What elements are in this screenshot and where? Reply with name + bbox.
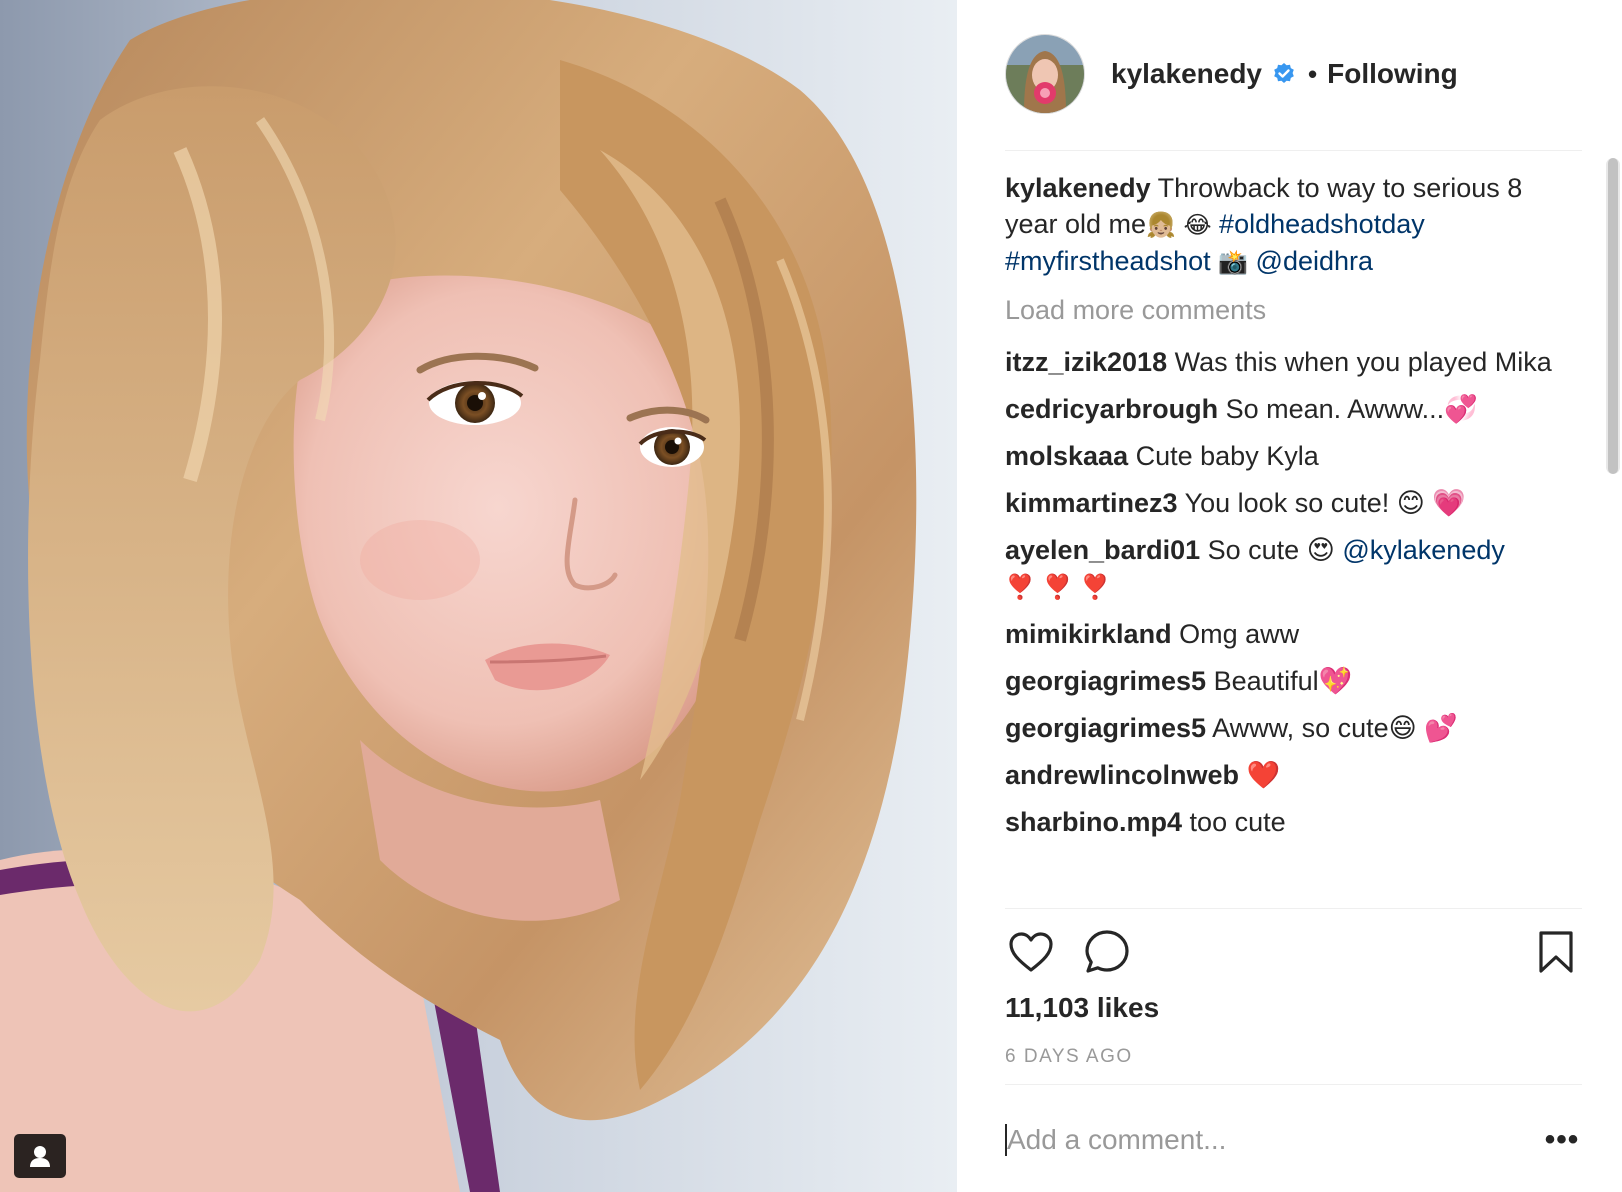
- bookmark-icon: [1539, 931, 1573, 973]
- following-button[interactable]: Following: [1327, 58, 1458, 90]
- heart-icon: [1009, 932, 1053, 972]
- post-photo[interactable]: [0, 0, 957, 1192]
- caption-emoji-girl: 👧🏼: [1146, 211, 1176, 239]
- comment-item: andrewlincolnweb ❤️: [1005, 757, 1562, 793]
- comments-divider: [1005, 908, 1582, 909]
- verified-badge-icon: [1272, 62, 1296, 86]
- post-header: kylakenedy • Following: [1005, 34, 1582, 114]
- mention-link[interactable]: @kylakenedy: [1342, 535, 1505, 565]
- comment-text: So mean. Awww...💞: [1225, 394, 1478, 424]
- footer-divider: [1005, 1084, 1582, 1085]
- comment-user[interactable]: georgiagrimes5: [1005, 666, 1206, 696]
- portrait-image: [0, 0, 957, 1192]
- action-bar: [1005, 926, 1582, 978]
- comment-button[interactable]: [1081, 926, 1133, 978]
- comment-item: kimmartinez3 You look so cute! 😊 💗: [1005, 485, 1562, 521]
- comment-user[interactable]: cedricyarbrough: [1005, 394, 1218, 424]
- comments-list: kylakenedy Throwback to way to serious 8…: [1005, 170, 1562, 900]
- comment-item: sharbino.mp4 too cute: [1005, 804, 1562, 840]
- load-more-comments-link[interactable]: Load more comments: [1005, 292, 1562, 328]
- comment-bubble-icon: [1085, 930, 1129, 973]
- avatar[interactable]: [1005, 34, 1085, 114]
- comment-item: georgiagrimes5 Awww, so cute😄 💕: [1005, 710, 1562, 746]
- comment-user[interactable]: mimikirkland: [1005, 619, 1172, 649]
- comment-item: molskaaa Cute baby Kyla: [1005, 438, 1562, 474]
- like-button[interactable]: [1005, 926, 1057, 978]
- separator-dot: •: [1308, 58, 1318, 89]
- comment-item: itzz_izik2018 Was this when you played M…: [1005, 344, 1562, 380]
- comment-text: Omg aww: [1179, 619, 1300, 649]
- caption: kylakenedy Throwback to way to serious 8…: [1005, 170, 1562, 280]
- caption-emoji-laugh: 😂: [1183, 211, 1212, 239]
- comment-text: Cute baby Kyla: [1135, 441, 1319, 471]
- comment-user[interactable]: andrewlincolnweb: [1005, 760, 1239, 790]
- comment-emoji-hearts: ❣️ ❣️ ❣️: [1005, 573, 1110, 601]
- comment-text: ❤️: [1246, 760, 1281, 790]
- save-button[interactable]: [1530, 926, 1582, 978]
- post-author[interactable]: kylakenedy: [1111, 58, 1262, 90]
- comments-scrollbar-thumb[interactable]: [1608, 158, 1618, 474]
- comment-item: mimikirkland Omg aww: [1005, 616, 1562, 652]
- post-timestamp[interactable]: 6 DAYS AGO: [1005, 1046, 1133, 1068]
- header-divider: [1005, 150, 1582, 151]
- comment-user[interactable]: ayelen_bardi01: [1005, 535, 1200, 565]
- comment-text: Was this when you played Mika: [1174, 347, 1552, 377]
- add-comment-input[interactable]: [1005, 1124, 1542, 1156]
- hashtag-link[interactable]: #myfirstheadshot: [1005, 246, 1211, 276]
- post-side-panel: kylakenedy • Following kylakenedy Throwb…: [957, 0, 1622, 1192]
- comment-text: Beautiful💖: [1213, 666, 1353, 696]
- mention-link[interactable]: @deidhra: [1256, 246, 1373, 276]
- more-options-button[interactable]: •••: [1542, 1120, 1582, 1160]
- caption-user[interactable]: kylakenedy: [1005, 173, 1151, 203]
- comment-user[interactable]: georgiagrimes5: [1005, 713, 1206, 743]
- user-tag-icon[interactable]: [14, 1134, 66, 1178]
- hashtag-link[interactable]: #oldheadshotday: [1219, 209, 1425, 239]
- comment-text: So cute 😍: [1207, 535, 1343, 565]
- comment-text: Awww, so cute😄 💕: [1212, 713, 1458, 743]
- comment-user[interactable]: kimmartinez3: [1005, 488, 1178, 518]
- comment-user[interactable]: itzz_izik2018: [1005, 347, 1167, 377]
- comment-user[interactable]: sharbino.mp4: [1005, 807, 1182, 837]
- likes-count[interactable]: 11,103 likes: [1005, 992, 1159, 1024]
- add-comment-row: •••: [1005, 1110, 1582, 1170]
- comment-text: You look so cute! 😊 💗: [1184, 488, 1467, 518]
- post-modal: kylakenedy • Following kylakenedy Throwb…: [0, 0, 1622, 1192]
- comment-text: too cute: [1189, 807, 1286, 837]
- comment-item: ayelen_bardi01 So cute 😍 @kylakenedy ❣️ …: [1005, 532, 1562, 605]
- comment-item: cedricyarbrough So mean. Awww...💞: [1005, 391, 1562, 427]
- comment-user[interactable]: molskaaa: [1005, 441, 1128, 471]
- caption-emoji-camera: 📸: [1218, 248, 1249, 276]
- comment-item: georgiagrimes5 Beautiful💖: [1005, 663, 1562, 699]
